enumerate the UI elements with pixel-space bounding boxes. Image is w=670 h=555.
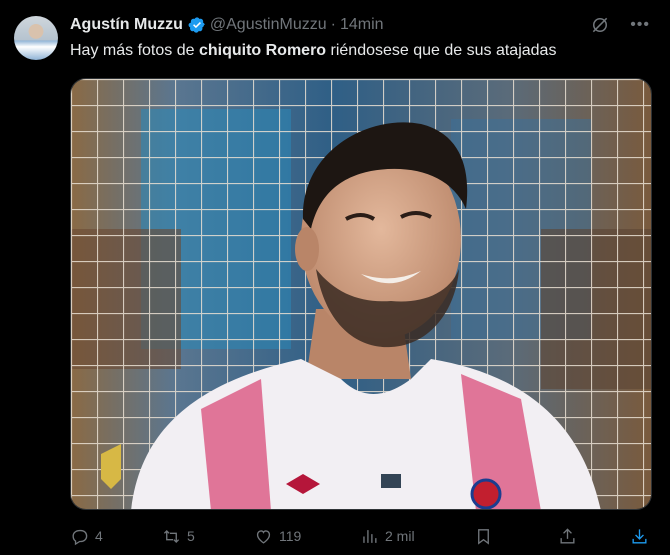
avatar[interactable]	[14, 16, 58, 60]
repost-count: 5	[187, 528, 195, 544]
bookmark-icon	[478, 528, 489, 545]
download-button[interactable]	[630, 524, 649, 548]
share-button[interactable]	[558, 524, 577, 548]
separator-dot: ·	[330, 16, 336, 33]
photo-goalkeeper	[71, 79, 651, 509]
bookmark-button[interactable]	[474, 524, 493, 548]
views-button[interactable]: 2 mil	[360, 524, 415, 548]
like-icon	[256, 529, 271, 544]
timestamp[interactable]: 14min	[340, 16, 384, 34]
tweet-header: Agustín Muzzu @AgustinMuzzu · 14min •••	[70, 14, 650, 36]
verified-badge-icon	[188, 17, 205, 33]
repost-icon	[163, 529, 180, 543]
views-icon	[363, 529, 377, 543]
reply-icon	[72, 529, 88, 545]
reply-count: 4	[95, 528, 103, 544]
grok-icon[interactable]	[590, 15, 610, 35]
like-button[interactable]: 119	[254, 524, 301, 548]
repost-button[interactable]: 5	[162, 524, 195, 548]
download-icon	[632, 528, 647, 544]
views-count: 2 mil	[385, 528, 415, 544]
more-icon[interactable]: •••	[630, 16, 650, 34]
tweet-text-bold: chiquito Romero	[198, 42, 327, 59]
tweet-text-after: riéndosese que de sus atajadas	[326, 42, 557, 59]
author-name[interactable]: Agustín Muzzu	[70, 16, 183, 34]
author-handle[interactable]: @AgustinMuzzu	[210, 16, 327, 34]
tweet-photo[interactable]	[70, 78, 652, 510]
tweet-text: Hay más fotos de chiquito Romero riéndos…	[70, 42, 556, 60]
action-bar: 4 5 119 2 mil	[70, 524, 652, 548]
share-icon	[560, 527, 575, 544]
like-count: 119	[279, 528, 302, 544]
tweet-text-before: Hay más fotos de	[70, 42, 199, 59]
reply-button[interactable]: 4	[70, 524, 103, 548]
